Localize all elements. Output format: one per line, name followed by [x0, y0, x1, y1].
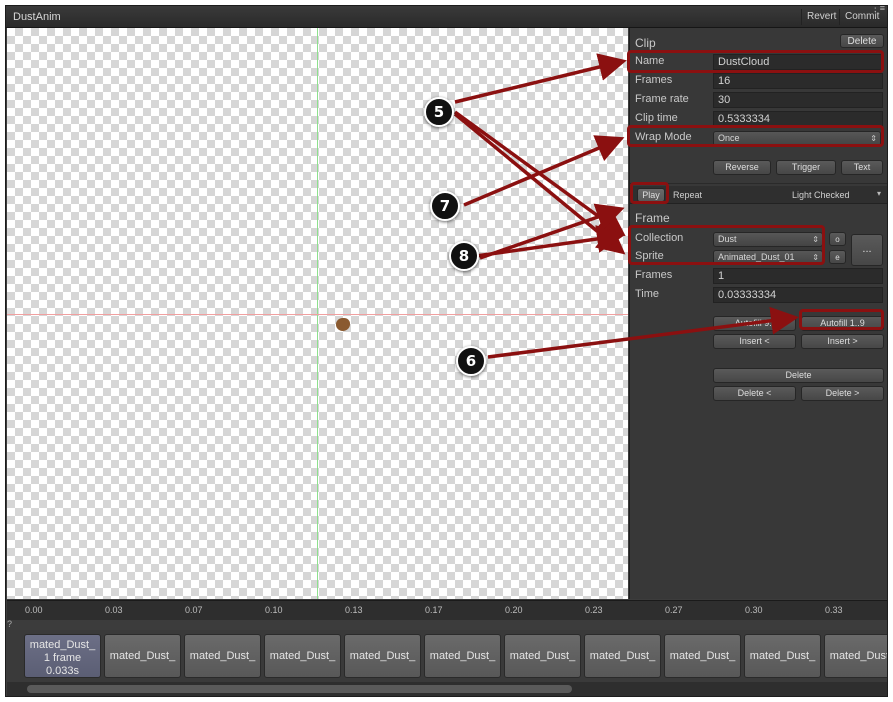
- repeat-toggle[interactable]: Repeat: [673, 190, 702, 200]
- help-icon[interactable]: ?: [7, 619, 12, 629]
- frame-cell[interactable]: mated_Dust_: [824, 634, 887, 678]
- dust-sprite-preview: [336, 318, 350, 331]
- autofill-reverse-button[interactable]: Autofill 9..: [713, 316, 796, 331]
- callout-8: 8: [449, 241, 479, 271]
- frame-cell[interactable]: mated_Dust_: [344, 634, 421, 678]
- timeline-tick: 0.10: [265, 605, 283, 615]
- timeline-tick: 0.17: [425, 605, 443, 615]
- horizontal-axis-line: [7, 314, 628, 315]
- clip-time-label: Clip time: [635, 112, 678, 124]
- callout-6: 6: [456, 346, 486, 376]
- window-menu-icon[interactable]: ⋮≡: [871, 6, 885, 14]
- frame-time-label: Time: [635, 288, 660, 300]
- insert-before-button[interactable]: Insert <: [713, 334, 796, 349]
- sprite-preview-canvas[interactable]: [7, 28, 628, 599]
- timeline-tick: 0.13: [345, 605, 363, 615]
- revert-button[interactable]: Revert: [801, 9, 841, 25]
- frames-label: Frames: [635, 74, 673, 86]
- frame-cell[interactable]: mated_Dust_: [744, 634, 821, 678]
- reverse-button[interactable]: Reverse: [713, 160, 771, 175]
- timeline-tick: 0.33: [825, 605, 843, 615]
- frame-rate-label: Frame rate: [635, 93, 689, 105]
- delete-clip-button[interactable]: Delete: [840, 34, 884, 48]
- frame-rate-field[interactable]: 30: [713, 92, 883, 108]
- delete-before-button[interactable]: Delete <: [713, 386, 796, 401]
- timeline-tick: 0.23: [585, 605, 603, 615]
- background-dropdown-arrow-icon: ▾: [877, 189, 882, 198]
- frame-cell[interactable]: mated_Dust_: [104, 634, 181, 678]
- timeline-tick: 0.07: [185, 605, 203, 615]
- frame-cell[interactable]: mated_Dust_: [184, 634, 261, 678]
- collection-sprite-highlight-box: [628, 225, 825, 265]
- timeline-ruler[interactable]: 0.00 0.03 0.07 0.10 0.13 0.17 0.20 0.23 0.27 0.30…: [7, 600, 887, 620]
- frame-cell-selected[interactable]: mated_Dust_ 1 frame 0.033s: [24, 634, 101, 678]
- timeline-tick: 0.00: [25, 605, 43, 615]
- frame-strip[interactable]: mated_Dust_ 1 frame 0.033s mated_Dust_ ma…: [7, 630, 887, 682]
- collection-open-button[interactable]: o: [829, 232, 846, 246]
- scrollbar-thumb[interactable]: [27, 685, 572, 693]
- frame-cell[interactable]: mated_Dust_: [584, 634, 661, 678]
- frame-time-field[interactable]: 0.03333334: [713, 287, 883, 303]
- delete-frame-button[interactable]: Delete: [713, 368, 884, 383]
- timeline-tick: 0.20: [505, 605, 523, 615]
- timeline-tick: 0.30: [745, 605, 763, 615]
- background-dropdown[interactable]: Light Checked: [792, 190, 850, 200]
- timeline-tick: 0.27: [665, 605, 683, 615]
- sprite-edit-button[interactable]: e: [829, 250, 846, 264]
- autofill-highlight-box: [799, 309, 884, 330]
- delete-after-button[interactable]: Delete >: [801, 386, 884, 401]
- frame-frames-field[interactable]: 1: [713, 268, 883, 284]
- frame-cell-time: 0.033s: [45, 665, 80, 677]
- frame-cell[interactable]: mated_Dust_: [504, 634, 581, 678]
- name-highlight-box: [627, 50, 884, 73]
- frames-field[interactable]: 16: [713, 73, 883, 89]
- frame-cell[interactable]: mated_Dust_: [264, 634, 341, 678]
- frame-cell-count: 1 frame: [43, 652, 82, 664]
- sprite-more-button[interactable]: ...: [851, 234, 883, 266]
- clip-header: Clip: [635, 36, 656, 50]
- frame-header: Frame: [635, 211, 670, 225]
- frame-cell[interactable]: mated_Dust_: [424, 634, 501, 678]
- frame-cell[interactable]: mated_Dust_: [664, 634, 741, 678]
- text-button[interactable]: Text: [841, 160, 883, 175]
- title-bar: DustAnim Revert Commit ⋮≡: [6, 6, 887, 28]
- frame-cell-name: mated_Dust_: [29, 639, 96, 651]
- trigger-button[interactable]: Trigger: [776, 160, 836, 175]
- callout-7: 7: [430, 191, 460, 221]
- window-title: DustAnim: [13, 11, 61, 23]
- callout-5: 5: [424, 97, 454, 127]
- timeline-scrollbar[interactable]: [7, 682, 887, 696]
- play-highlight-box: [630, 182, 669, 204]
- timeline-tick: 0.03: [105, 605, 123, 615]
- insert-after-button[interactable]: Insert >: [801, 334, 884, 349]
- wrap-mode-highlight-box: [627, 125, 884, 147]
- frame-frames-label: Frames: [635, 269, 673, 281]
